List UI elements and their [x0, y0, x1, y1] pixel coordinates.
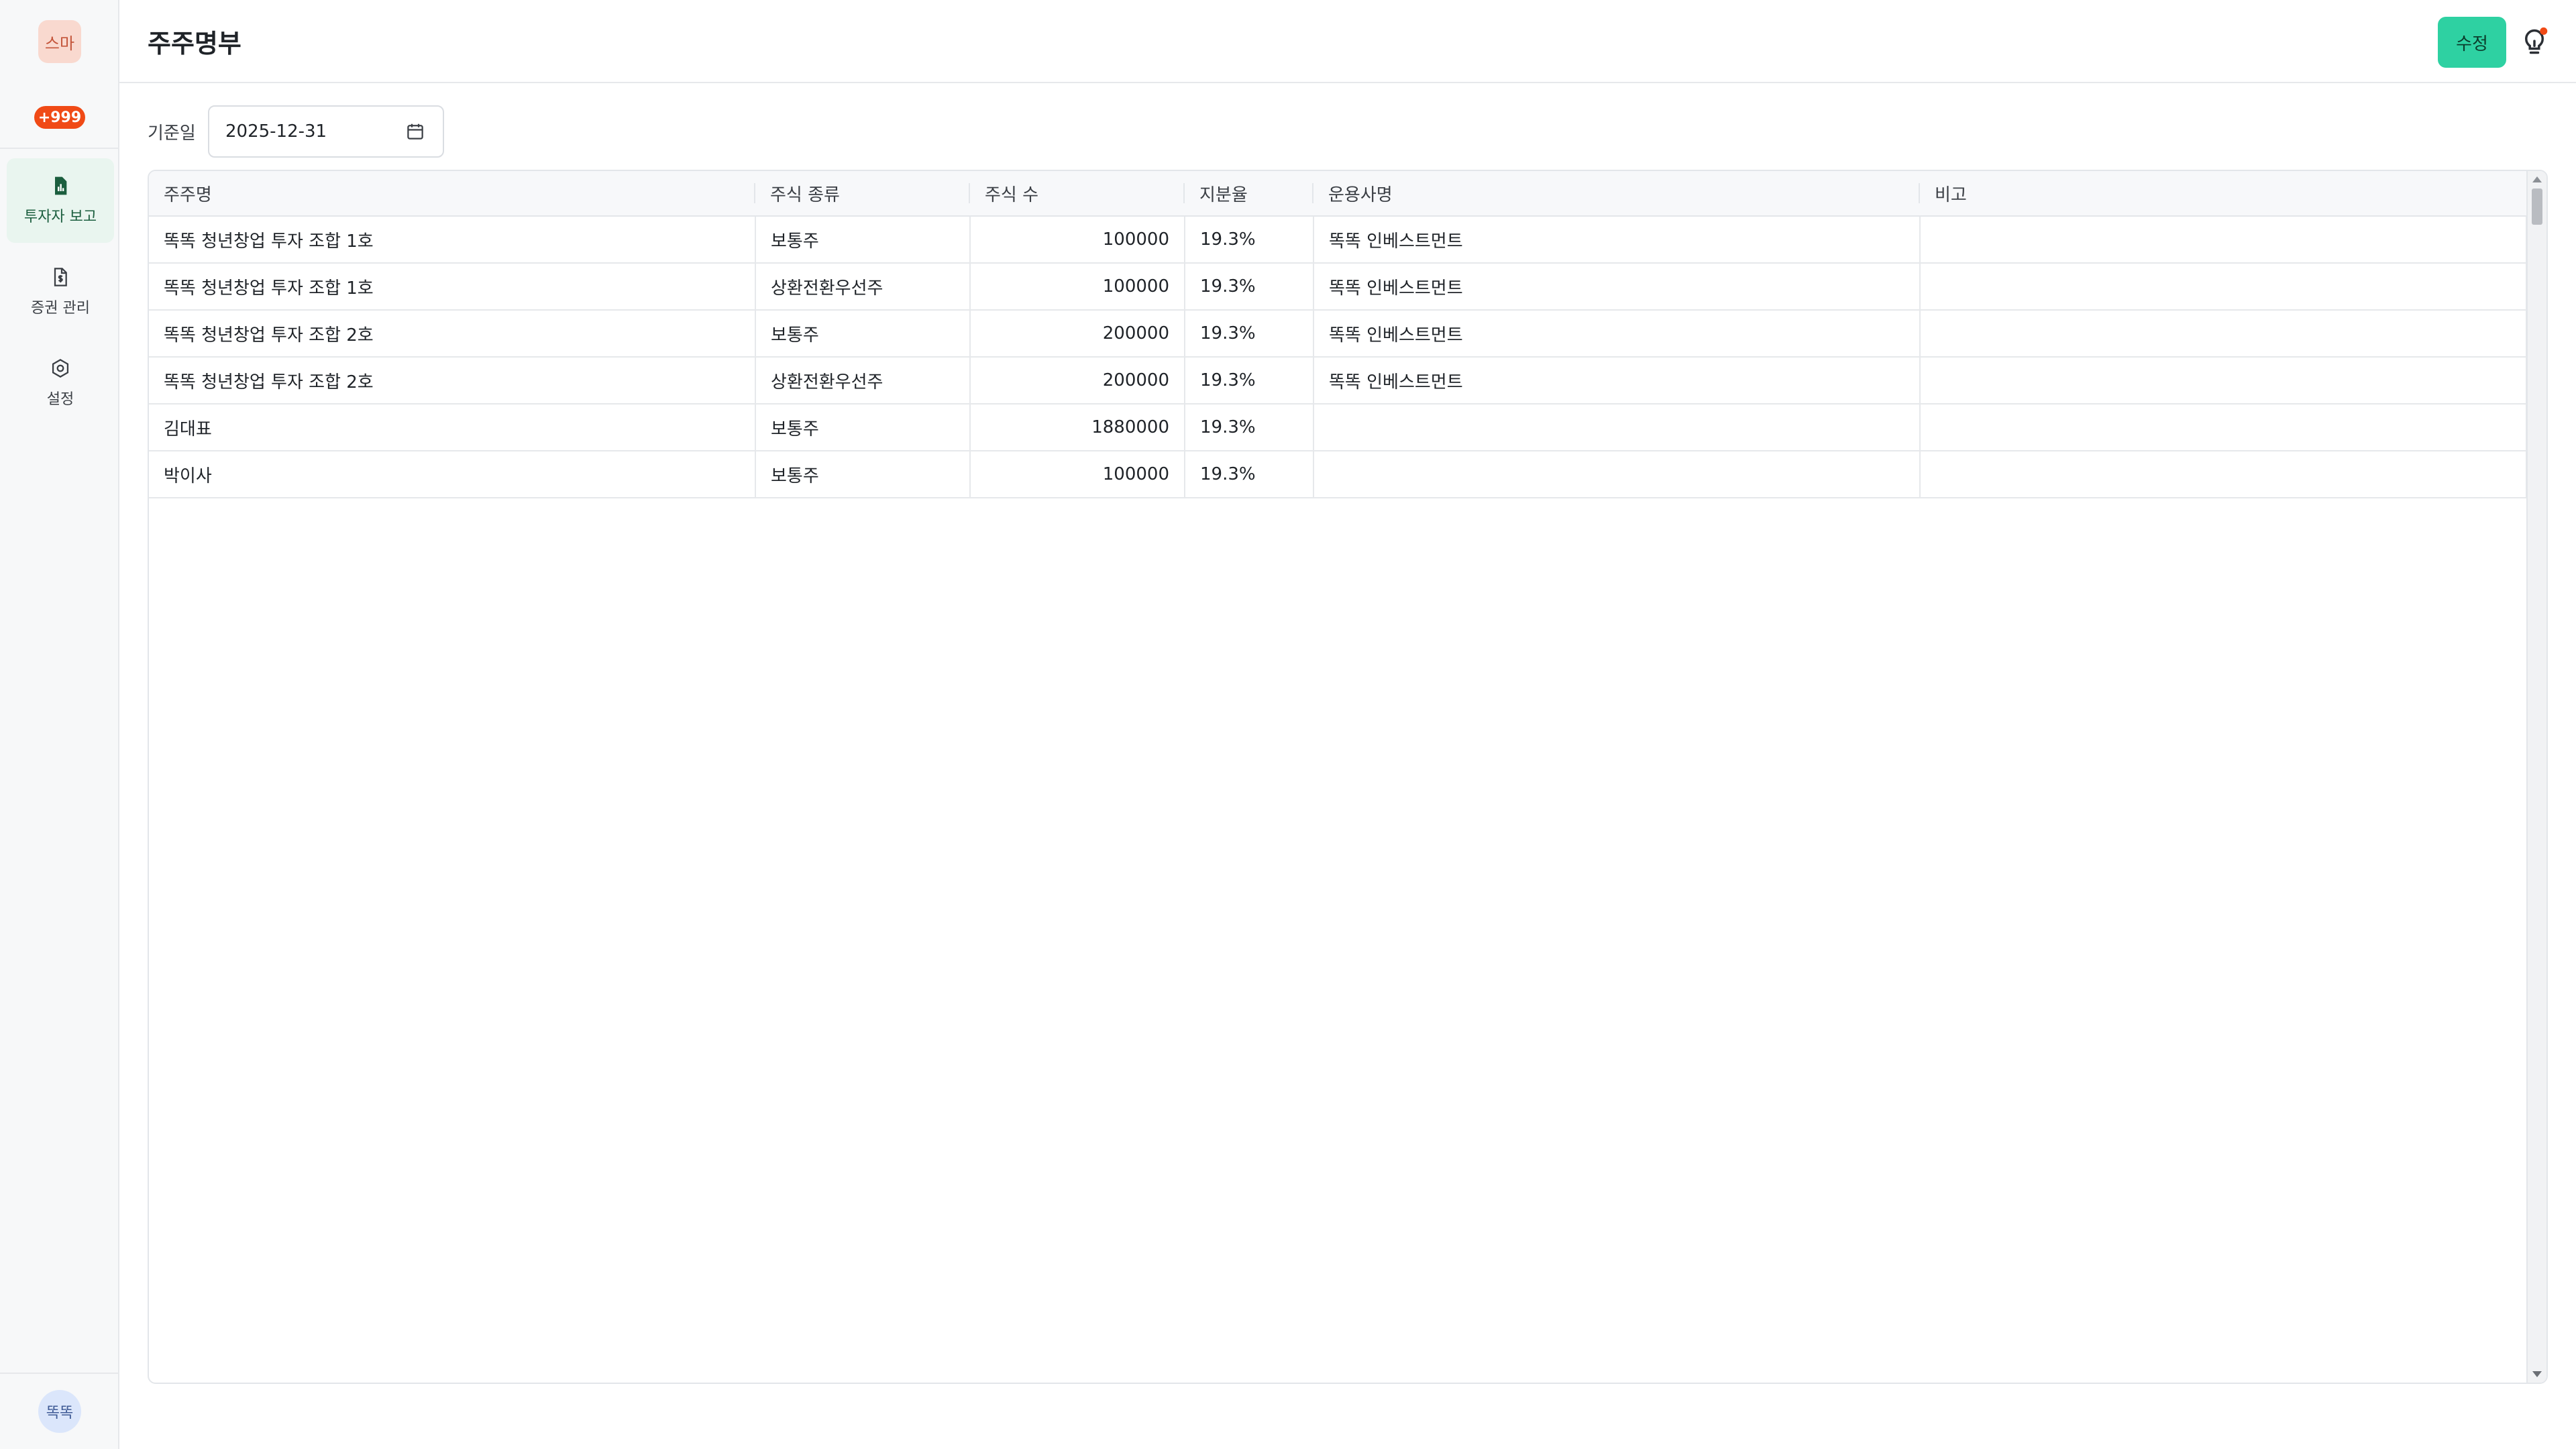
page-header: 주주명부 수정 — [119, 0, 2576, 83]
cell-manager-name[interactable]: 똑똑 인베스트먼트 — [1313, 216, 1921, 264]
cell-manager-name[interactable]: 똑똑 인베스트먼트 — [1313, 263, 1921, 311]
table-row[interactable]: 똑똑 청년창업 투자 조합 2호 상환전환우선주 200000 19.3% 똑똑… — [149, 357, 2527, 405]
cell-manager-name[interactable]: 똑똑 인베스트먼트 — [1313, 357, 1921, 405]
cell-share-type[interactable]: 상환전환우선주 — [755, 357, 971, 405]
cell-note[interactable] — [1920, 263, 2527, 311]
sidebar-item-label: 투자자 보고 — [23, 209, 97, 225]
scroll-up-arrow-icon[interactable] — [2532, 176, 2542, 182]
cell-note[interactable] — [1920, 451, 2527, 498]
column-header[interactable]: 주식 수 — [970, 171, 1185, 217]
calendar-icon[interactable] — [405, 121, 425, 142]
cell-ownership-ratio[interactable]: 19.3% — [1185, 263, 1314, 311]
sidebar-item-label: 증권 관리 — [31, 300, 90, 317]
cell-manager-name[interactable] — [1313, 404, 1921, 451]
sidebar: 스마 +999 투자자 보고 증권 관리 설정 똑똑 — [0, 0, 119, 1449]
document-dollar-icon — [54, 268, 67, 286]
notification-badge[interactable]: +999 — [34, 106, 85, 129]
cell-share-type[interactable]: 보통주 — [755, 310, 971, 358]
sidebar-item-settings[interactable]: 설정 — [7, 341, 114, 425]
cell-shareholder-name[interactable]: 똑똑 청년창업 투자 조합 1호 — [149, 216, 756, 264]
cell-ownership-ratio[interactable]: 19.3% — [1185, 451, 1314, 498]
page-title: 주주명부 — [148, 29, 241, 58]
column-header[interactable]: 비고 — [1920, 171, 2526, 217]
edit-button[interactable]: 수정 — [2438, 17, 2506, 68]
cell-shareholder-name[interactable]: 똑똑 청년창업 투자 조합 2호 — [149, 310, 756, 358]
column-header[interactable]: 주식 종류 — [755, 171, 970, 217]
cell-share-count[interactable]: 200000 — [970, 357, 1185, 405]
cell-share-count[interactable]: 100000 — [970, 451, 1185, 498]
date-value: 2025-12-31 — [225, 121, 327, 142]
column-header[interactable]: 주주명 — [149, 171, 755, 217]
cell-share-count[interactable]: 1880000 — [970, 404, 1185, 451]
cell-share-type[interactable]: 보통주 — [755, 404, 971, 451]
column-header[interactable]: 운용사명 — [1313, 171, 1920, 217]
cell-note[interactable] — [1920, 404, 2527, 451]
sidebar-divider — [0, 148, 118, 149]
cell-note[interactable] — [1920, 310, 2527, 358]
cell-manager-name[interactable]: 똑똑 인베스트먼트 — [1313, 310, 1921, 358]
cell-note[interactable] — [1920, 216, 2527, 264]
cell-shareholder-name[interactable]: 박이사 — [149, 451, 756, 498]
table-row[interactable]: 박이사 보통주 100000 19.3% — [149, 451, 2527, 498]
cell-shareholder-name[interactable]: 똑똑 청년창업 투자 조합 2호 — [149, 357, 756, 405]
cell-share-type[interactable]: 보통주 — [755, 451, 971, 498]
sidebar-item-securities[interactable]: 증권 관리 — [7, 250, 114, 334]
cell-ownership-ratio[interactable]: 19.3% — [1185, 357, 1314, 405]
cell-share-count[interactable]: 100000 — [970, 216, 1185, 264]
cell-ownership-ratio[interactable]: 19.3% — [1185, 310, 1314, 358]
sidebar-item-label: 설정 — [46, 391, 74, 408]
cell-ownership-ratio[interactable]: 19.3% — [1185, 216, 1314, 264]
table-row[interactable]: 똑똑 청년창업 투자 조합 2호 보통주 200000 19.3% 똑똑 인베스… — [149, 310, 2527, 358]
cell-manager-name[interactable] — [1313, 451, 1921, 498]
cell-share-count[interactable]: 100000 — [970, 263, 1185, 311]
table-row[interactable]: 똑똑 청년창업 투자 조합 1호 보통주 100000 19.3% 똑똑 인베스… — [149, 216, 2527, 264]
sidebar-item-investor-report[interactable]: 투자자 보고 — [7, 158, 114, 243]
date-label: 기준일 — [148, 123, 196, 144]
cell-share-count[interactable]: 200000 — [970, 310, 1185, 358]
cell-note[interactable] — [1920, 357, 2527, 405]
column-header[interactable]: 지분율 — [1185, 171, 1313, 217]
table-scrollbar[interactable] — [2526, 171, 2546, 1383]
sidebar-divider — [0, 1373, 118, 1374]
scroll-down-arrow-icon[interactable] — [2532, 1371, 2542, 1377]
cell-shareholder-name[interactable]: 똑똑 청년창업 투자 조합 1호 — [149, 263, 756, 311]
report-chart-icon — [55, 176, 67, 195]
cell-shareholder-name[interactable]: 김대표 — [149, 404, 756, 451]
scroll-thumb[interactable] — [2532, 189, 2542, 225]
table-header-row: 주주명 주식 종류 주식 수 지분율 운용사명 비고 — [149, 171, 2526, 217]
cell-share-type[interactable]: 상환전환우선주 — [755, 263, 971, 311]
lightbulb-icon[interactable] — [2520, 25, 2549, 58]
table-row[interactable]: 김대표 보통주 1880000 19.3% — [149, 404, 2527, 451]
shareholder-table: 주주명 주식 종류 주식 수 지분율 운용사명 비고 똑똑 청년창업 투자 조합… — [148, 170, 2548, 1384]
org-avatar[interactable]: 스마 — [38, 20, 81, 63]
cell-ownership-ratio[interactable]: 19.3% — [1185, 404, 1314, 451]
table-row[interactable]: 똑똑 청년창업 투자 조합 1호 상환전환우선주 100000 19.3% 똑똑… — [149, 263, 2527, 311]
date-picker-input[interactable]: 2025-12-31 — [208, 105, 444, 158]
gear-icon — [52, 359, 69, 378]
user-avatar[interactable]: 똑똑 — [38, 1390, 81, 1433]
cell-share-type[interactable]: 보통주 — [755, 216, 971, 264]
